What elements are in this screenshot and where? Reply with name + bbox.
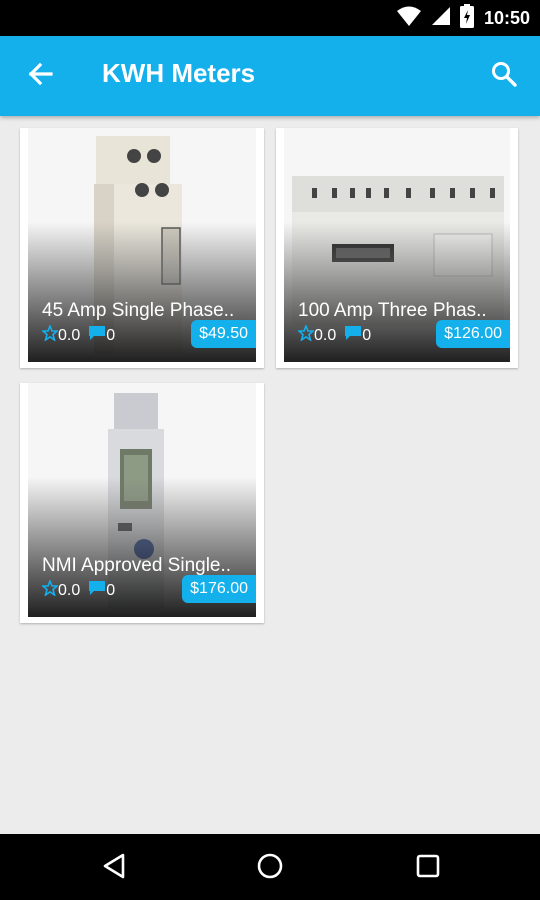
star-icon xyxy=(40,578,60,601)
battery-icon xyxy=(459,3,474,33)
search-button[interactable] xyxy=(484,56,524,96)
arrow-back-icon xyxy=(27,62,53,91)
page-title: KWH Meters xyxy=(102,58,256,88)
status-time: 10:50 xyxy=(483,7,530,28)
price-badge: $176.00 xyxy=(182,575,256,603)
comment-count: 0 xyxy=(106,326,116,344)
product-image-area: 45 Amp Single Phase.. 0.0 0 $49.50 xyxy=(28,128,256,362)
product-meta: 0.0 0 xyxy=(40,578,116,601)
product-title: 100 Amp Three Phas.. xyxy=(298,300,487,321)
product-title: NMI Approved Single.. xyxy=(42,555,232,576)
circle-home-icon xyxy=(256,852,284,885)
comment-icon xyxy=(88,325,106,346)
comment-count: 0 xyxy=(362,326,372,344)
nav-back-button[interactable] xyxy=(94,850,134,886)
product-meta: 0.0 0 xyxy=(40,323,116,346)
product-card[interactable]: NMI Approved Single.. 0.0 0 $176.00 xyxy=(20,383,264,623)
square-recents-icon xyxy=(416,854,440,883)
back-button[interactable] xyxy=(20,56,60,96)
rating-value: 0.0 xyxy=(58,326,81,344)
price-badge: $49.50 xyxy=(191,320,256,348)
signal-icon xyxy=(430,5,452,32)
star-icon xyxy=(40,323,60,346)
price-badge: $126.00 xyxy=(436,320,510,348)
product-meta: 0.0 0 xyxy=(296,323,372,346)
nav-recents-button[interactable] xyxy=(408,850,448,886)
product-image-area: NMI Approved Single.. 0.0 0 $176.00 xyxy=(28,383,256,617)
product-card[interactable]: 45 Amp Single Phase.. 0.0 0 $49.50 xyxy=(20,128,264,368)
rating-value: 0.0 xyxy=(314,326,337,344)
product-image-area: 100 Amp Three Phas.. 0.0 0 $126.00 xyxy=(284,128,510,362)
product-card[interactable]: 100 Amp Three Phas.. 0.0 0 $126.00 xyxy=(276,128,518,368)
navigation-bar xyxy=(0,834,540,900)
search-icon xyxy=(491,61,517,92)
status-bar: 10:50 xyxy=(0,0,540,36)
comment-icon xyxy=(88,580,106,601)
wifi-icon xyxy=(396,5,422,32)
star-icon xyxy=(296,323,316,346)
comment-icon xyxy=(344,325,362,346)
app-bar: KWH Meters xyxy=(0,36,540,116)
comment-count: 0 xyxy=(106,581,116,599)
product-title: 45 Amp Single Phase.. xyxy=(42,300,235,321)
rating-value: 0.0 xyxy=(58,581,81,599)
nav-home-button[interactable] xyxy=(250,850,290,886)
status-icons: 10:50 xyxy=(396,0,530,36)
triangle-back-icon xyxy=(102,853,126,884)
